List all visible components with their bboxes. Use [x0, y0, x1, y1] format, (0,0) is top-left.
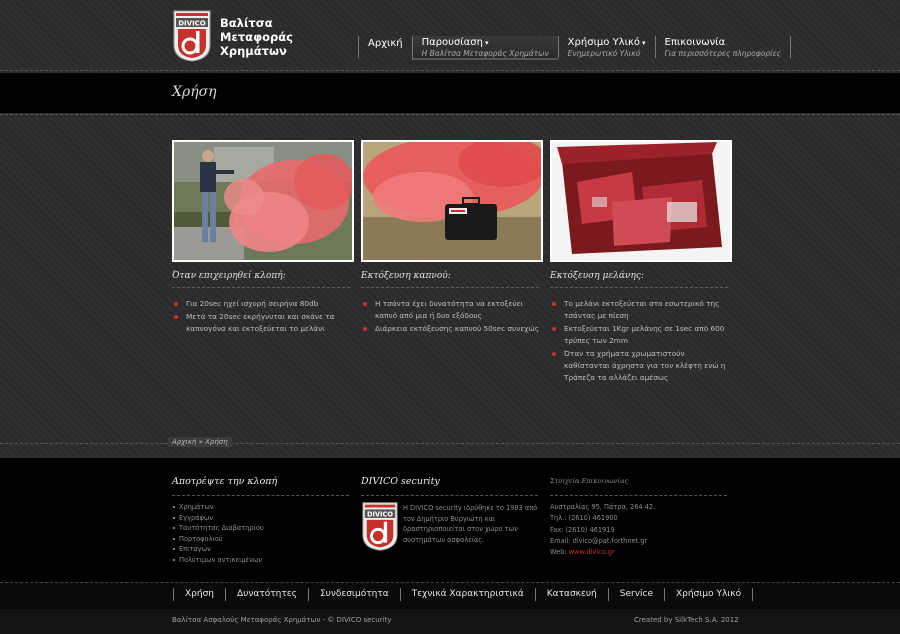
contact-address: Αυστραλίας 95, Πάτρα, 264 42. — [550, 503, 656, 512]
contact-phone: Τηλ.: (2610) 461900 — [550, 514, 618, 523]
web-link[interactable]: www.divico.gr — [569, 548, 615, 556]
header-divider — [0, 70, 900, 71]
page-title: Χρήση — [172, 84, 217, 100]
chevron-down-icon: ▾ — [642, 39, 646, 47]
usage-card-smoke: Εκτόξευση καπνού: Η τσάντα έχει δυνατότη… — [361, 140, 543, 336]
bottom-nav-connectivity[interactable]: Συνδεσιμότητα — [307, 588, 400, 601]
list-item: Διάρκεια εκτόξευσης καπνού 50sec συνεχώς — [361, 323, 539, 335]
list-item: Η τσάντα έχει δυνατότητα να εκτοξεύει κα… — [361, 298, 539, 322]
footer-heading: Στοιχεία Επικοινωνίας — [550, 477, 629, 485]
bottom-nav-usage[interactable]: Χρήση — [173, 588, 225, 601]
nav-item-useful-material[interactable]: Χρήσιμο Υλικό ▾ Ενημερωτικό Υλικό — [557, 36, 655, 58]
bottom-nav-useful-material[interactable]: Χρήσιμο Υλικό — [664, 588, 754, 601]
copyright-text: Βαλίτσα Ασφαλούς Μεταφοράς Χρημάτων - © … — [172, 616, 392, 624]
card-divider — [361, 287, 539, 288]
usage-card-ink: Εκτόξευση μελάνης: Το μελάνι εκτοξεύεται… — [550, 140, 732, 385]
footer-link[interactable]: Πορτοφολιού — [172, 534, 349, 545]
site-footer: Αποτρέψτε την κλοπή Χρημάτων Εγγράφων Τα… — [0, 458, 900, 582]
footer-link[interactable]: Πολύτιμων αντικειμένων — [172, 555, 349, 566]
photo-ink-case — [550, 140, 732, 262]
footer-divider — [361, 495, 538, 496]
bullet-list: Η τσάντα έχει δυνατότητα να εκτοξεύει κα… — [361, 298, 539, 335]
card-divider — [172, 287, 350, 288]
footer-link[interactable]: Χρημάτων — [172, 502, 349, 513]
nav-item-presentation[interactable]: Παρουσίαση ▾ Η Βαλίτσα Μεταφοράς Χρημάτων — [411, 36, 558, 60]
brand-title: Βαλίτσα Μεταφοράς Χρημάτων — [220, 16, 293, 58]
main-content: Όταν επιχειρηθεί κλοπή: Για 20sec ηχεί ι… — [0, 116, 900, 442]
list-item: Το μελάνι εκτοξεύεται στο εσωτερικό της … — [550, 298, 728, 322]
credits-text[interactable]: Created by SilkTech S.A. 2012 — [634, 616, 739, 624]
footer-col-prevent-theft: Αποτρέψτε την κλοπή Χρημάτων Εγγράφων Τα… — [172, 476, 349, 566]
card-divider — [550, 287, 728, 288]
title-bar: Χρήση — [0, 73, 900, 113]
list-item: Για 20sec ηχεί ισχυρή σειρήνα 80db — [172, 298, 350, 310]
bullet-list: Για 20sec ηχεί ισχυρή σειρήνα 80db Μετά … — [172, 298, 350, 335]
list-item: Μετά τα 20sec εκρήγνυται και σκάνε τα κα… — [172, 311, 350, 335]
about-text: Η DIVICO security ιδρύθηκε το 1983 από τ… — [403, 504, 538, 544]
footer-heading: Αποτρέψτε την κλοπή — [172, 476, 278, 487]
card-title: Εκτόξευση καπνού: — [361, 271, 451, 281]
nav-item-contact[interactable]: Επικοινωνία Για περισσότερες πληροφορίες — [654, 36, 792, 58]
chevron-down-icon: ▾ — [484, 39, 489, 47]
svg-text:DIVICO: DIVICO — [367, 511, 393, 519]
bottom-nav-service[interactable]: Service — [607, 588, 664, 601]
footer-heading: DIVICO security — [361, 476, 440, 487]
nav-item-home[interactable]: Αρχική — [358, 36, 412, 58]
contact-web: Web: www.divico.gr — [550, 548, 615, 557]
title-divider — [0, 114, 900, 115]
contact-email[interactable]: Email: divico@pat.forthnet.gr — [550, 536, 727, 547]
bottom-nav-construction[interactable]: Κατασκευή — [534, 588, 608, 601]
photo-smoke-man — [172, 140, 354, 262]
footer-col-contact: Στοιχεία Επικοινωνίας Αυστραλίας 95, Πάτ… — [550, 476, 727, 558]
site-header: DIVICO Βαλίτσα Μεταφοράς Χρημάτων Αρχική… — [0, 0, 900, 70]
svg-text:DIVICO: DIVICO — [178, 20, 206, 28]
bottom-nav-capabilities[interactable]: Δυνατότητες — [225, 588, 308, 601]
photo-smoke-case — [361, 140, 543, 262]
main-nav: Αρχική Παρουσίαση ▾ Η Βαλίτσα Μεταφοράς Χ… — [358, 36, 792, 60]
breadcrumb[interactable]: Αρχική » Χρήση — [168, 437, 232, 447]
footer-link[interactable]: Επιταγών — [172, 544, 349, 555]
list-item: Εκτοξεύεται 1Kgr μελάνης σε 1sec από 600… — [550, 323, 728, 347]
bullet-list: Το μελάνι εκτοξεύεται στο εσωτερικό της … — [550, 298, 728, 384]
divico-footer-logo: DIVICO — [362, 502, 398, 551]
footer-link[interactable]: Ταυτότητας Διαβατηρίου — [172, 523, 349, 534]
card-title: Όταν επιχειρηθεί κλοπή: — [172, 271, 286, 281]
card-title: Εκτόξευση μελάνης: — [550, 271, 644, 281]
divico-logo[interactable]: DIVICO — [172, 9, 212, 63]
bottom-nav: Χρήση Δυνατότητες Συνδεσιμότητα Τεχνικά … — [0, 582, 900, 610]
footer-link[interactable]: Εγγράφων — [172, 513, 349, 524]
content-divider — [0, 443, 900, 444]
usage-card-theft: Όταν επιχειρηθεί κλοπή: Για 20sec ηχεί ι… — [172, 140, 354, 336]
footer-divider — [550, 495, 727, 497]
footer-col-about: DIVICO security DIVICO Η DIVICO security… — [361, 476, 539, 576]
list-item: Όταν τα χρήματα χρωματιστούν καθίστανται… — [550, 348, 728, 384]
footer-divider — [172, 495, 349, 496]
copyright-bar: Βαλίτσα Ασφαλούς Μεταφοράς Χρημάτων - © … — [0, 609, 900, 634]
contact-fax: Fax: (2610) 461919 — [550, 525, 615, 534]
bottom-nav-technical[interactable]: Τεχνικά Χαρακτηριστικά — [399, 588, 535, 601]
footer-link-list: Χρημάτων Εγγράφων Ταυτότητας Διαβατηρίου… — [172, 502, 349, 566]
